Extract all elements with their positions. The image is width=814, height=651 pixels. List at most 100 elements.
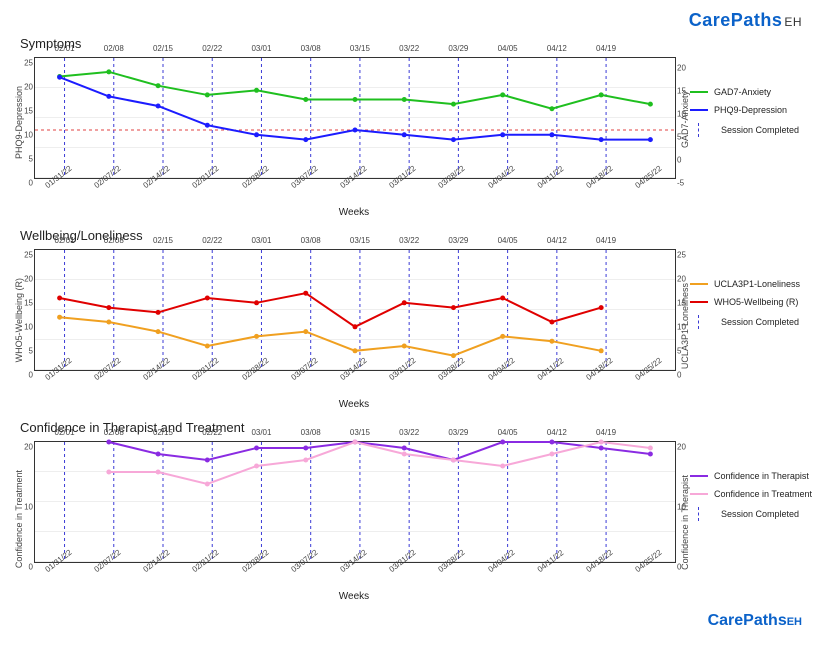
series-point (599, 446, 604, 451)
session-date-tick: 03/08 (301, 236, 321, 245)
legend-swatch-session (698, 123, 713, 137)
series-point (303, 137, 308, 142)
legend-item-session: Session Completed (690, 507, 812, 521)
series-point (156, 310, 161, 315)
series-point (648, 446, 653, 451)
session-date-tick: 02/22 (202, 44, 222, 53)
series-point (205, 123, 210, 128)
series-point (353, 324, 358, 329)
chart-panel-confidence: Confidence in Therapist and TreatmentCon… (12, 420, 802, 602)
series-point (549, 106, 554, 111)
series-point (402, 344, 407, 349)
y-left-tick: 10 (13, 131, 33, 140)
y-right-tick: 20 (677, 443, 697, 452)
series-point (549, 339, 554, 344)
session-date-tick: 03/29 (448, 236, 468, 245)
series-line (109, 442, 651, 484)
x-axis-label: Weeks (34, 207, 674, 218)
session-date-tick: 02/01 (55, 236, 75, 245)
y-axis-right-label: UCLA3P1-Loneliness (680, 283, 690, 369)
chart-panel-symptoms: SymptomsPHQ9-Depression02/0102/0802/1502… (12, 36, 802, 218)
legend-swatch-session (698, 507, 713, 521)
y-left-tick: 20 (13, 443, 33, 452)
series-point (402, 452, 407, 457)
series-point (648, 137, 653, 142)
session-date-tick: 03/01 (251, 236, 271, 245)
session-date-tick: 02/08 (104, 428, 124, 437)
series-point (254, 446, 259, 451)
series-point (156, 83, 161, 88)
series-point (254, 300, 259, 305)
y-left-tick: 10 (13, 503, 33, 512)
session-date-tick: 04/19 (596, 236, 616, 245)
series-point (254, 88, 259, 93)
session-date-tick: 04/12 (547, 44, 567, 53)
brand-name: CarePaths (689, 10, 783, 30)
session-date-tick: 03/15 (350, 428, 370, 437)
series-point (599, 305, 604, 310)
series-point (303, 458, 308, 463)
y-right-tick: 0 (677, 371, 697, 380)
series-point (106, 470, 111, 475)
y-left-tick: 15 (13, 107, 33, 116)
legend-item-session: Session Completed (690, 315, 802, 329)
y-left-tick: 0 (13, 563, 33, 572)
session-date-tick: 02/22 (202, 236, 222, 245)
session-date-tick: 04/12 (547, 236, 567, 245)
session-date-tick: 04/05 (498, 236, 518, 245)
legend-label: Confidence in Therapist (714, 471, 809, 481)
series-point (106, 440, 111, 445)
legend-label: UCLA3P1-Loneliness (714, 279, 800, 289)
y-right-tick: 20 (677, 63, 697, 72)
series-point (451, 102, 456, 107)
session-date-tick: 02/08 (104, 44, 124, 53)
series-point (205, 482, 210, 487)
y-right-tick: 25 (677, 251, 697, 260)
series-point (451, 353, 456, 358)
session-date-tick: 03/08 (301, 428, 321, 437)
legend-label: Session Completed (721, 317, 799, 327)
session-date-tick: 03/22 (399, 236, 419, 245)
series-point (549, 440, 554, 445)
plot-area: 02/0102/0802/1502/2203/0103/0803/1503/22… (34, 57, 676, 179)
series-point (500, 464, 505, 469)
series-point (205, 92, 210, 97)
session-date-tick: 03/01 (251, 44, 271, 53)
y-left-tick: 10 (13, 323, 33, 332)
legend: Confidence in Therapist Confidence in Tre… (682, 441, 812, 529)
brand-suffix: EH (784, 15, 802, 29)
series-point (353, 440, 358, 445)
series-point (205, 296, 210, 301)
session-date-tick: 03/22 (399, 44, 419, 53)
session-date-tick: 02/01 (55, 428, 75, 437)
legend-swatch-session (698, 315, 713, 329)
session-date-tick: 02/22 (202, 428, 222, 437)
series-point (549, 132, 554, 137)
session-date-tick: 03/01 (251, 428, 271, 437)
session-date-tick: 04/19 (596, 428, 616, 437)
y-right-tick: -5 (677, 179, 697, 188)
legend-item: Confidence in Therapist (690, 471, 812, 481)
series-point (402, 132, 407, 137)
series-point (57, 75, 62, 80)
x-axis-label: Weeks (34, 591, 674, 602)
legend: UCLA3P1-Loneliness WHO5-Wellbeing (R) Sess… (682, 249, 802, 337)
series-point (402, 97, 407, 102)
series-point (57, 296, 62, 301)
session-date-tick: 02/15 (153, 44, 173, 53)
series-point (353, 348, 358, 353)
session-date-tick: 04/19 (596, 44, 616, 53)
legend-item: Confidence in Treatment (690, 489, 812, 499)
y-left-tick: 0 (13, 179, 33, 188)
series-line (60, 293, 602, 327)
series-point (549, 452, 554, 457)
legend-label: WHO5-Wellbeing (R) (714, 297, 798, 307)
y-left-tick: 25 (13, 251, 33, 260)
y-axis-right-label: GAD7-Anxiety (680, 91, 690, 148)
session-date-tick: 03/29 (448, 428, 468, 437)
legend-label: Session Completed (721, 125, 799, 135)
y-left-tick: 20 (13, 83, 33, 92)
session-date-tick: 02/15 (153, 236, 173, 245)
legend-label: Session Completed (721, 509, 799, 519)
session-date-tick: 04/05 (498, 44, 518, 53)
